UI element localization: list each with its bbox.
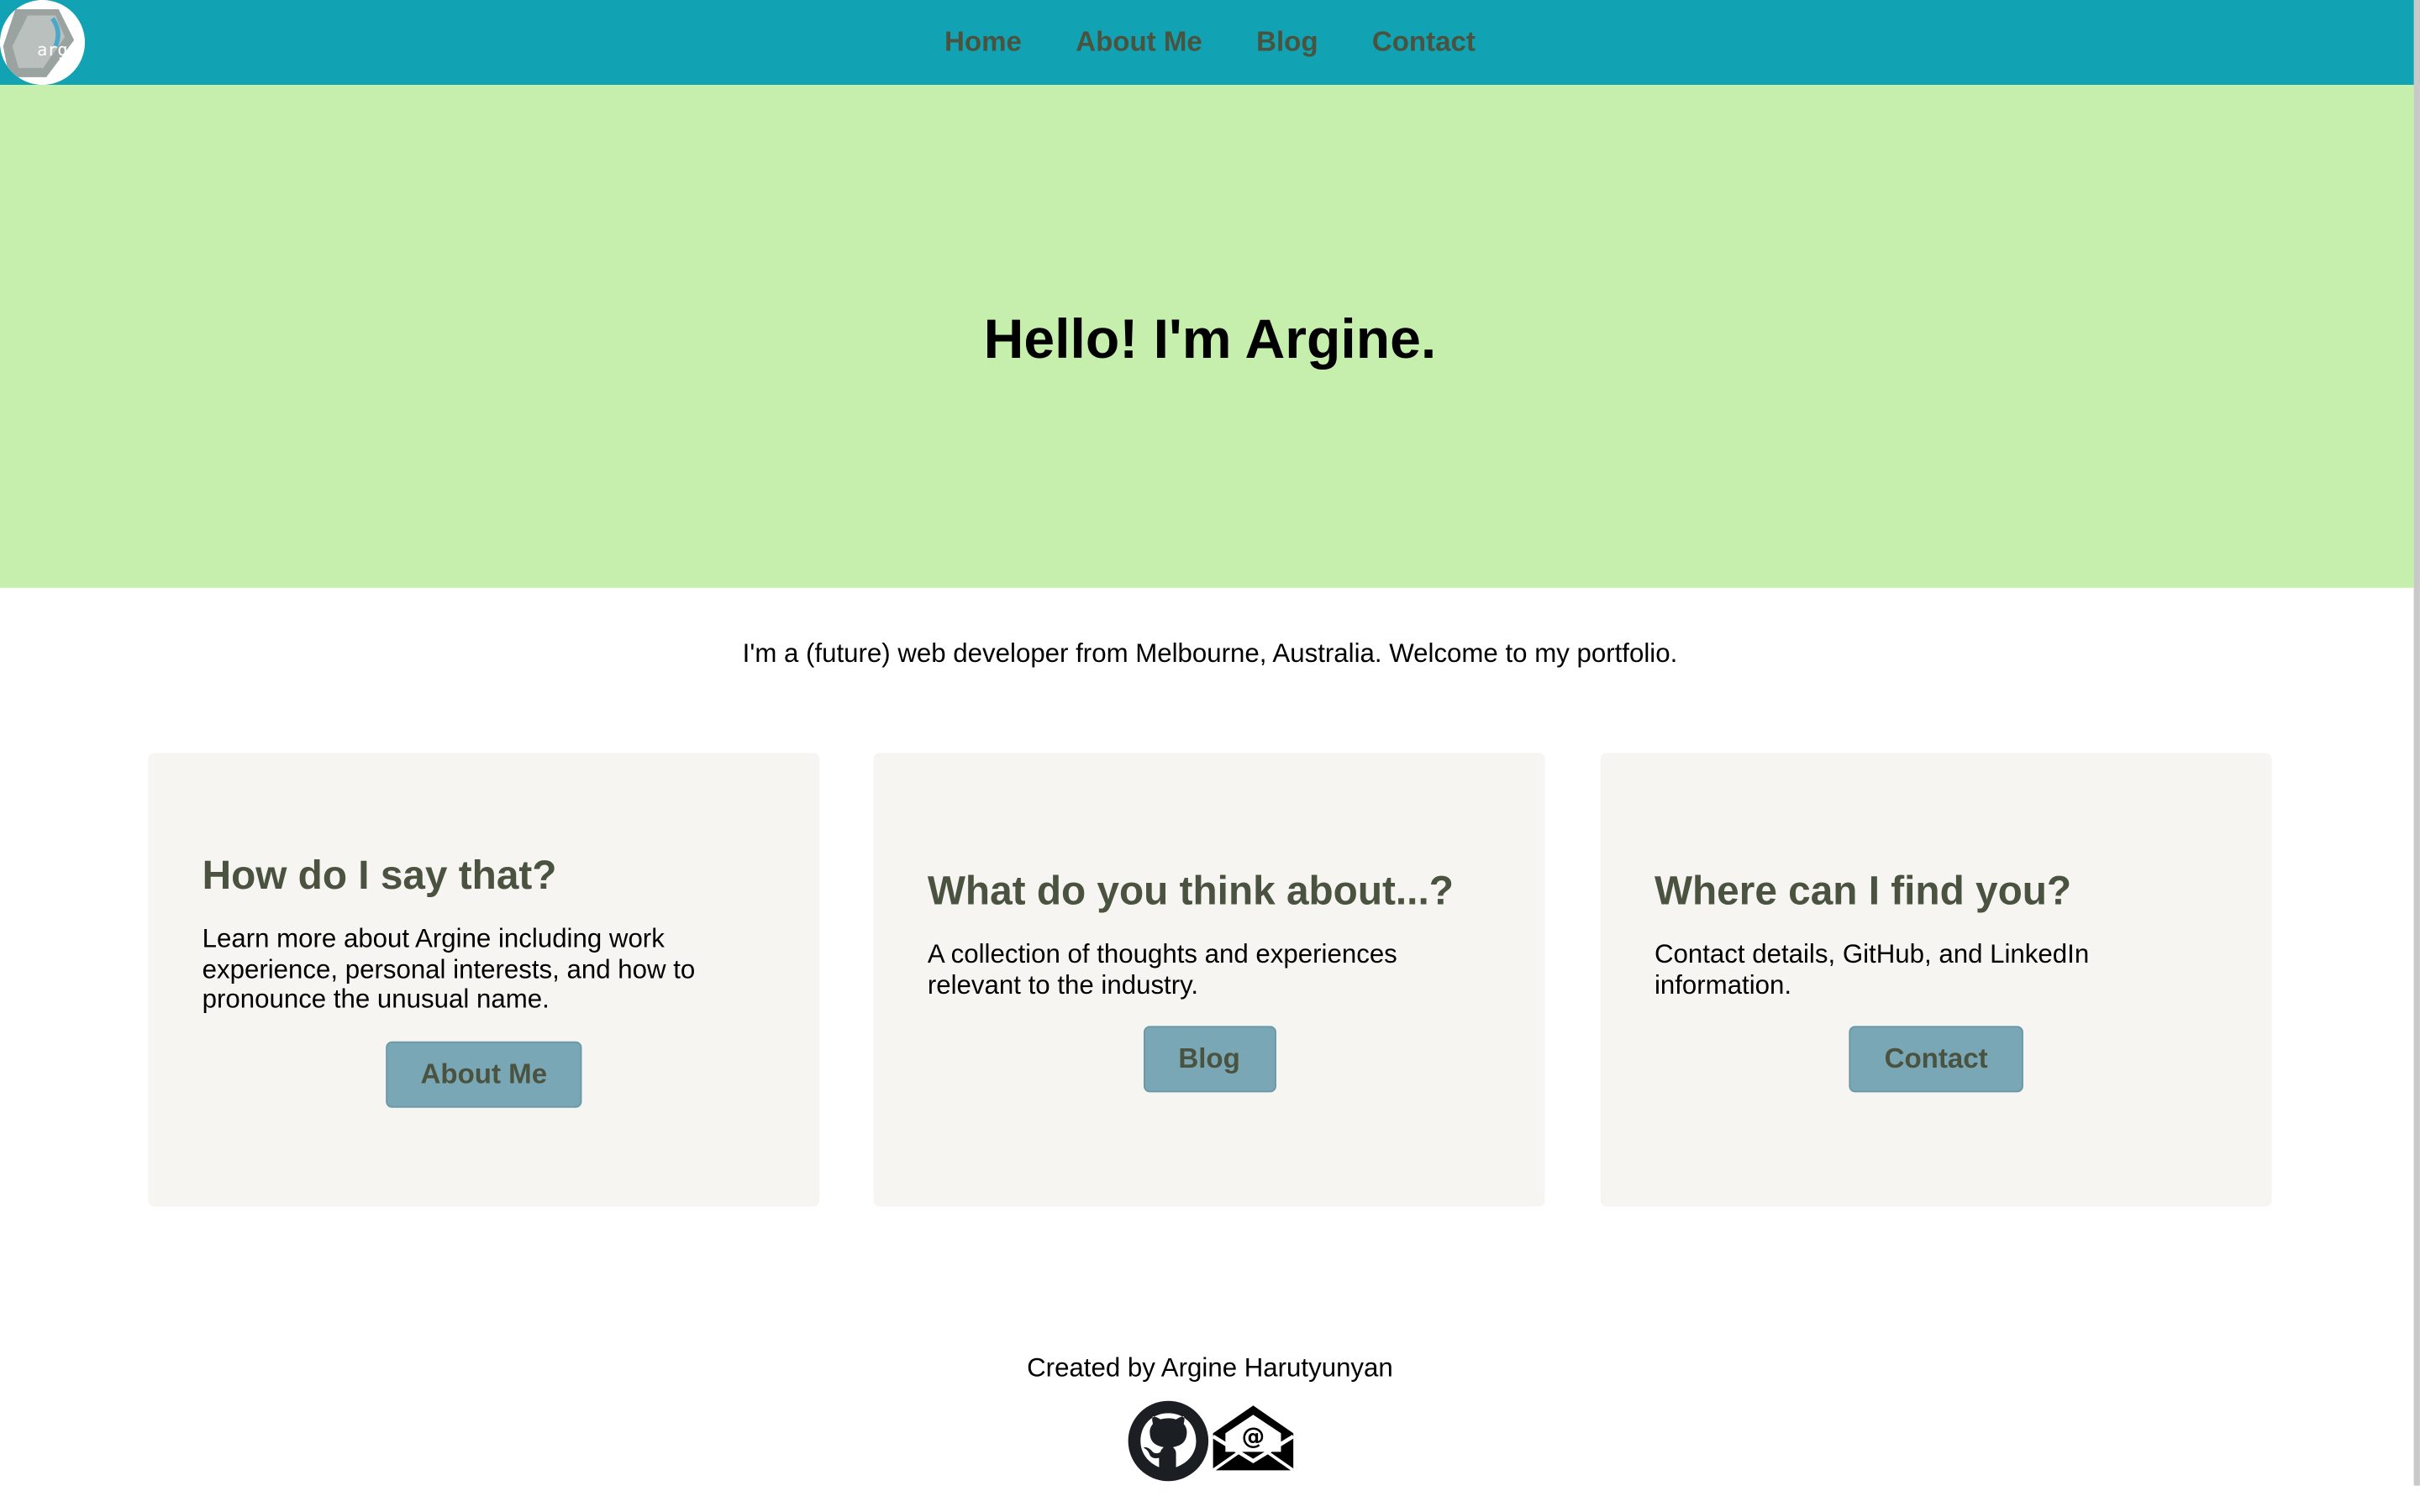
svg-text:@: @ (1242, 1423, 1265, 1450)
card-about: How do I say that? Learn more about Argi… (148, 753, 820, 1207)
card-text: Learn more about Argine including work e… (202, 924, 696, 1015)
intro-text: I'm a (future) web developer from Melbou… (742, 638, 1678, 669)
footer-credit: Created by Argine Harutyunyan (1027, 1352, 1393, 1383)
hero-banner: Hello! I'm Argine. (0, 85, 2414, 588)
nav-link-contact[interactable]: Contact (1372, 26, 1476, 59)
about-me-button[interactable]: About Me (385, 1041, 583, 1108)
blog-button[interactable]: Blog (1143, 1026, 1276, 1093)
nav-link-blog[interactable]: Blog (1256, 26, 1318, 59)
card-blog: What do you think about...? A collection… (873, 753, 1545, 1207)
footer-icons: @ (1127, 1399, 1297, 1486)
email-icon[interactable]: @ (1210, 1399, 1297, 1477)
card-text: Contact details, GitHub, and LinkedIn in… (1654, 939, 2090, 1000)
github-icon[interactable] (1127, 1399, 1210, 1483)
contact-button[interactable]: Contact (1849, 1026, 2023, 1093)
hero-title: Hello! I'm Argine. (983, 307, 1437, 370)
page: arg Home About Me Blog Contact Hello! I'… (0, 0, 2420, 1486)
scrollbar[interactable] (2413, 0, 2420, 1486)
card-title: How do I say that? (202, 852, 557, 899)
nav-link-home[interactable]: Home (944, 26, 1022, 59)
nav-links: Home About Me Blog Contact (0, 0, 2420, 85)
card-text: A collection of thoughts and experiences… (927, 939, 1397, 1000)
navbar: arg Home About Me Blog Contact (0, 0, 2420, 86)
card-title: What do you think about...? (927, 867, 1454, 914)
card-contact: Where can I find you? Contact details, G… (1600, 753, 2272, 1207)
card-title: Where can I find you? (1654, 867, 2072, 914)
nav-link-about-me[interactable]: About Me (1076, 26, 1202, 59)
